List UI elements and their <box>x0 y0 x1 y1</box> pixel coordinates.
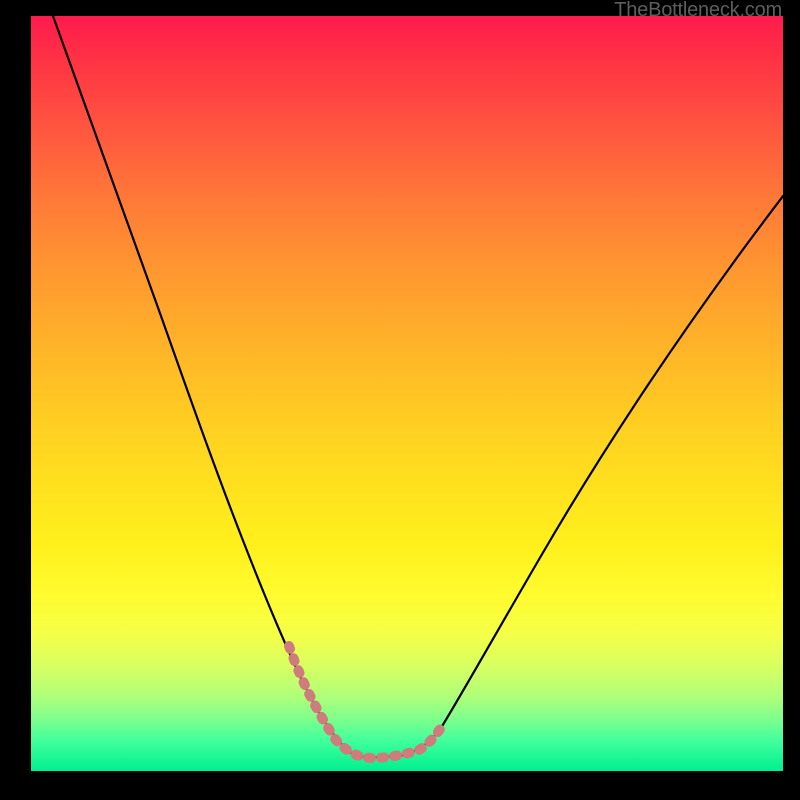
optimal-range-highlight <box>289 646 441 758</box>
plot-area <box>31 16 783 771</box>
chart-container: TheBottleneck.com <box>0 0 800 800</box>
chart-svg <box>31 16 783 771</box>
bottleneck-curve <box>53 16 783 757</box>
watermark-text: TheBottleneck.com <box>614 0 782 22</box>
